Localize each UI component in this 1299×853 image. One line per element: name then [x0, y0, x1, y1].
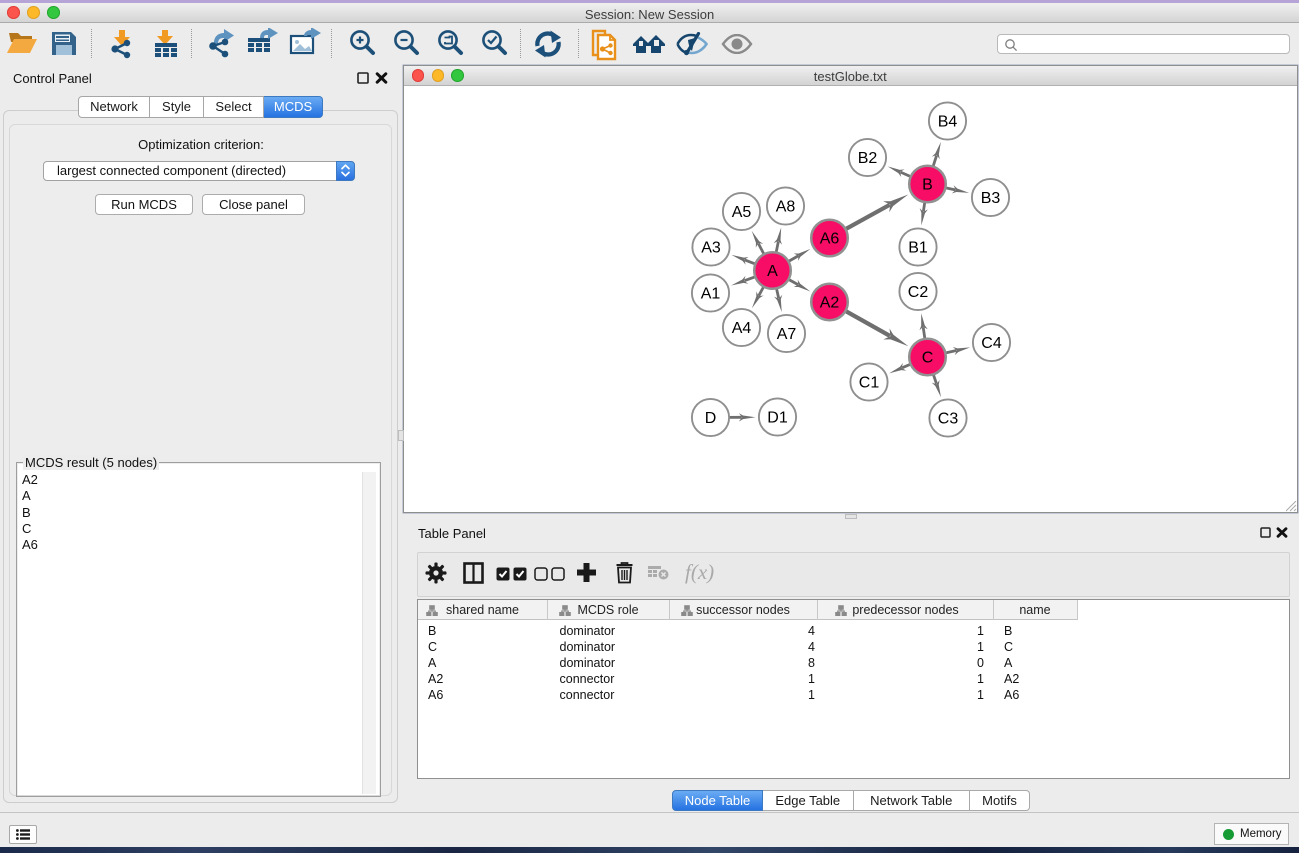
svg-text:D: D — [704, 410, 716, 427]
svg-text:A5: A5 — [731, 204, 751, 221]
svg-text:B1: B1 — [908, 239, 928, 256]
svg-text:A6: A6 — [819, 230, 839, 247]
svg-text:A4: A4 — [731, 320, 751, 337]
svg-text:B3: B3 — [980, 190, 1000, 207]
svg-text:C2: C2 — [907, 284, 928, 301]
svg-text:C1: C1 — [858, 374, 879, 391]
svg-text:C3: C3 — [937, 410, 958, 427]
svg-text:A8: A8 — [775, 198, 795, 215]
svg-text:C: C — [921, 349, 933, 366]
svg-text:B4: B4 — [937, 113, 957, 130]
svg-text:A1: A1 — [700, 285, 720, 302]
svg-text:D1: D1 — [767, 409, 788, 426]
svg-text:A2: A2 — [819, 294, 839, 311]
svg-text:A3: A3 — [701, 239, 721, 256]
svg-text:B2: B2 — [857, 150, 877, 167]
svg-text:A7: A7 — [776, 326, 796, 343]
svg-text:B: B — [922, 176, 933, 193]
svg-text:A: A — [767, 263, 778, 280]
svg-text:C4: C4 — [981, 335, 1002, 352]
